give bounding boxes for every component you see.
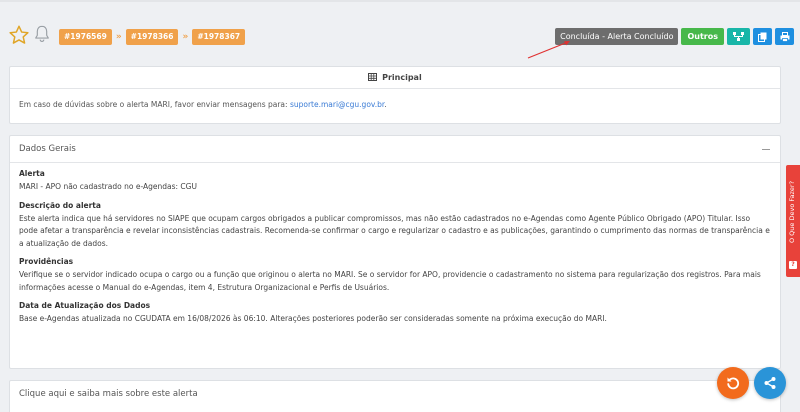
principal-panel-title: Principal (10, 67, 780, 89)
print-icon (780, 31, 789, 42)
header-actions: Concluída - Alerta Concluído Outros (555, 28, 794, 45)
breadcrumb-item[interactable]: #1978366 (125, 28, 179, 45)
principal-title-text: Principal (382, 73, 422, 82)
descricao-label: Descrição do alerta (19, 200, 101, 210)
providencias-text: Verifique se o servidor indicado ocupa o… (19, 270, 761, 292)
question-icon: ? (789, 261, 797, 269)
side-tab-label: O Que Devo Fazer? (788, 180, 796, 244)
saiba-mais-header[interactable]: Clique aqui e saiba mais sobre este aler… (10, 381, 780, 408)
print-button[interactable] (775, 28, 794, 45)
data-atualizacao-text: Base e-Agendas atualizada no CGUDATA em … (19, 314, 607, 323)
breadcrumb-item[interactable]: #1976569 (59, 28, 112, 45)
o-que-devo-fazer-tab[interactable]: O Que Devo Fazer? ? (786, 165, 800, 277)
data-atualizacao-label: Data de Atualização dos Dados (19, 301, 151, 310)
alerta-label: Alerta (19, 169, 45, 178)
copy-button[interactable] (753, 28, 772, 45)
sitemap-icon (733, 32, 744, 41)
dados-gerais-panel: Dados Gerais Alerta MARI - APO não cadas… (9, 135, 781, 369)
breadcrumb: #1976569 » #1978366 » #1978367 (59, 28, 246, 45)
copy-icon (758, 32, 767, 42)
descricao-text: Este alerta indica que há servidores no … (19, 213, 770, 248)
breadcrumb-separator: » (182, 31, 189, 42)
share-button[interactable] (754, 367, 786, 399)
dados-gerais-header[interactable]: Dados Gerais (10, 136, 780, 163)
breadcrumb-separator: » (115, 31, 122, 42)
minus-icon[interactable] (762, 149, 770, 150)
outros-button[interactable]: Outros (681, 28, 724, 45)
breadcrumb-item[interactable]: #1978367 (192, 28, 246, 45)
principal-panel: Principal Em caso de dúvidas sobre o ale… (9, 66, 781, 124)
dados-gerais-title: Dados Gerais (19, 144, 76, 154)
header-bar: #1976569 » #1978366 » #1978367 Concluída… (0, 18, 800, 54)
principal-panel-body: Em caso de dúvidas sobre o alerta MARI, … (10, 89, 780, 120)
contact-message: Em caso de dúvidas sobre o alerta MARI, … (19, 100, 290, 109)
bell-icon[interactable] (33, 24, 51, 44)
providencias-label: Providências (19, 257, 74, 266)
dados-gerais-body: Alerta MARI - APO não cadastrado no e-Ag… (10, 163, 780, 332)
share-icon (764, 377, 776, 389)
saiba-mais-panel[interactable]: Clique aqui e saiba mais sobre este aler… (9, 380, 781, 412)
annotation-arrow (527, 41, 570, 59)
star-icon[interactable] (8, 24, 30, 46)
support-email-link[interactable]: suporte.mari@cgu.gov.br (290, 100, 384, 109)
contact-message-end: . (384, 100, 387, 109)
table-icon (368, 73, 378, 81)
hierarchy-button[interactable] (727, 28, 750, 45)
top-divider (0, 0, 800, 2)
alerta-text: MARI - APO não cadastrado no e-Agendas: … (19, 182, 197, 191)
undo-button[interactable] (717, 367, 749, 399)
undo-icon (727, 377, 740, 390)
